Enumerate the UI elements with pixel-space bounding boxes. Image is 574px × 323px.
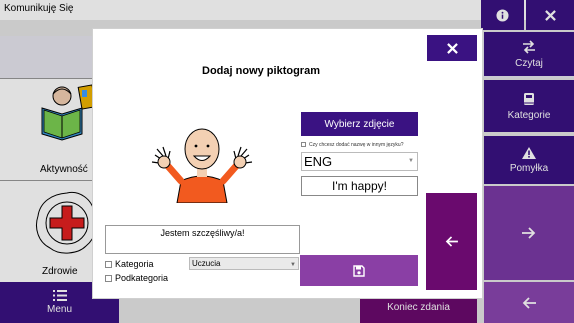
choose-photo-button[interactable]: Wybierz zdjęcie: [301, 112, 418, 136]
close-icon: [446, 42, 458, 54]
category-label: Kategoria: [115, 259, 154, 269]
floppy-disk-icon: [353, 264, 365, 277]
other-language-label: Czy chcesz dodać nazwę w innym języku?: [309, 142, 404, 148]
other-language-checkbox[interactable]: Czy chcesz dodać nazwę w innym języku?: [301, 142, 404, 148]
chevron-down-icon: ▼: [290, 262, 296, 268]
close-dialog-button[interactable]: [427, 35, 477, 61]
arrow-left-icon: [445, 236, 458, 247]
translation-field[interactable]: I'm happy!: [301, 176, 418, 196]
chevron-down-icon: ▼: [408, 158, 414, 164]
language-value: ENG: [304, 154, 333, 169]
dialog-back-button[interactable]: [426, 193, 477, 290]
dialog-title: Dodaj nowy piktogram: [202, 65, 320, 77]
category-value: Uczucia: [192, 259, 221, 268]
checkbox-box[interactable]: [301, 142, 306, 148]
happy-person-pictogram: [151, 128, 253, 203]
save-button[interactable]: [300, 255, 418, 286]
add-pictogram-dialog: Dodaj nowy piktogram Wybierz zdjęcie Czy…: [92, 28, 483, 299]
subcategory-checkbox[interactable]: Podkategoria: [105, 273, 168, 283]
category-checkbox[interactable]: Kategoria: [105, 259, 154, 269]
checkbox-box[interactable]: [105, 275, 112, 283]
checkbox-box[interactable]: [105, 261, 112, 269]
category-select[interactable]: Uczucia ▼: [189, 257, 299, 270]
language-select[interactable]: ENG ▼: [301, 152, 418, 171]
pictogram-name-field[interactable]: Jestem szczęśliwy/a!: [105, 225, 300, 254]
subcategory-label: Podkategoria: [115, 273, 169, 283]
